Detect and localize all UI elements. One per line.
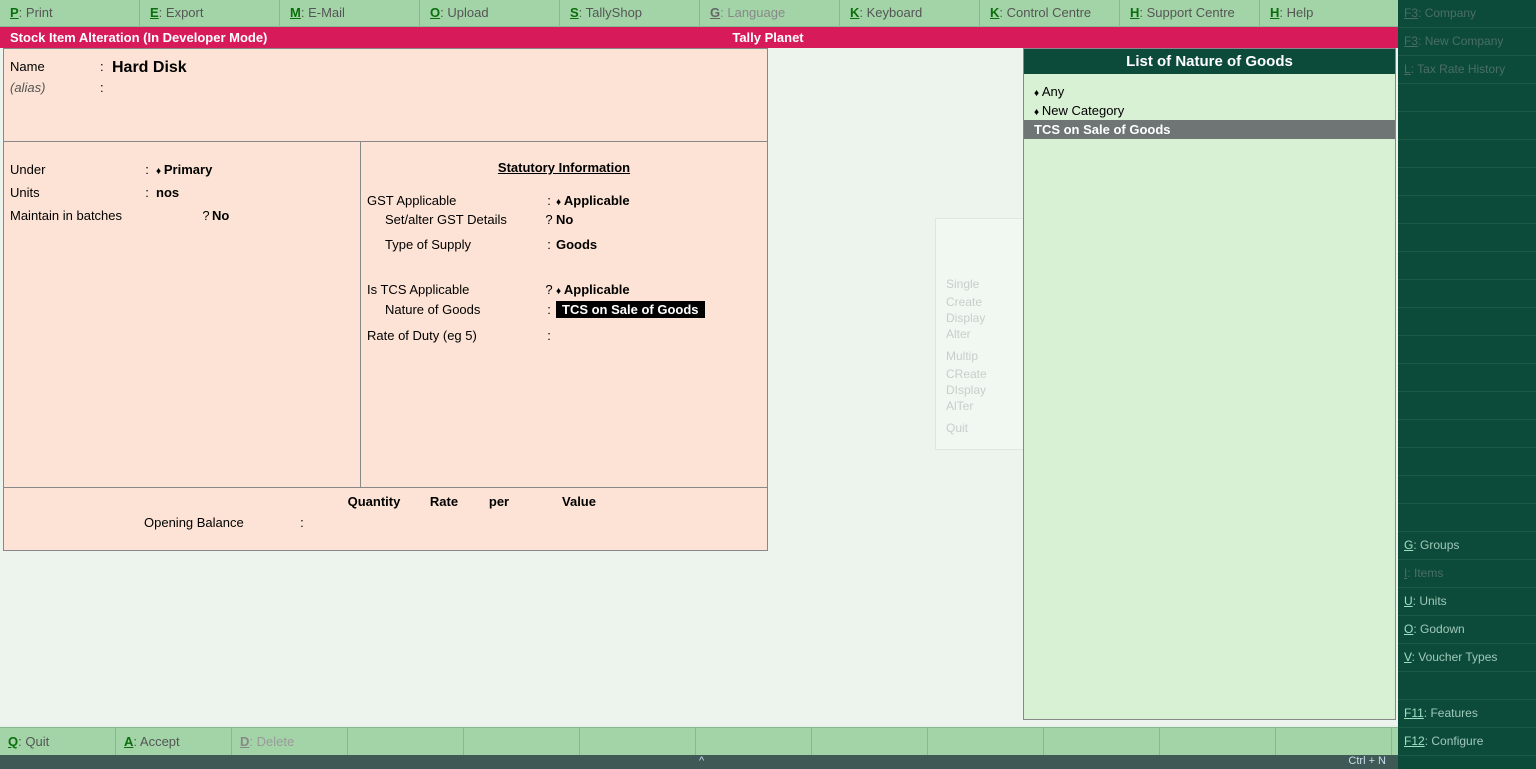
supply-field[interactable]: Goods <box>556 237 597 252</box>
popup-item-tcs-sale-goods[interactable]: TCS on Sale of Goods <box>1024 120 1395 139</box>
under-label: Under <box>10 162 138 177</box>
bb-empty <box>1276 728 1392 755</box>
units-label: Units <box>10 185 138 200</box>
units-field[interactable]: nos <box>156 185 179 200</box>
tcs-applicable-label: Is TCS Applicable <box>367 282 542 297</box>
sidebar-features[interactable]: F11: Features <box>1398 700 1536 728</box>
caret-icon: ^ <box>699 755 704 767</box>
popup-title: List of Nature of Goods <box>1024 49 1395 74</box>
window-title: Stock Item Alteration (In Developer Mode… <box>0 30 267 45</box>
sidebar-tax-rate-history: L: Tax Rate History <box>1398 56 1536 84</box>
menu-print[interactable]: P: Print <box>0 0 140 26</box>
menu-upload[interactable]: O: Upload <box>420 0 560 26</box>
sidebar-new-company: F3: New Company <box>1398 28 1536 56</box>
form-footer: Quantity Rate per Value Opening Balance … <box>4 487 767 550</box>
value-header: Value <box>524 494 634 509</box>
alias-label: (alias) <box>10 80 100 95</box>
bb-empty <box>580 728 696 755</box>
company-name: Tally Planet <box>732 30 803 45</box>
delete-button: D: Delete <box>232 728 348 755</box>
statutory-title: Statutory Information <box>367 160 761 175</box>
bb-empty <box>696 728 812 755</box>
left-column: Under : Primary Units : nos Maintain in … <box>4 141 361 487</box>
batches-label: Maintain in batches <box>10 208 200 223</box>
menu-email[interactable]: M: E-Mail <box>280 0 420 26</box>
bb-empty <box>348 728 464 755</box>
sidebar-voucher-types[interactable]: V: Voucher Types <box>1398 644 1536 672</box>
right-sidebar: F3: Company F3: New Company L: Tax Rate … <box>1398 0 1536 769</box>
bb-empty <box>1160 728 1276 755</box>
batches-field[interactable]: No <box>212 208 229 223</box>
bb-empty <box>464 728 580 755</box>
status-shortcut: Ctrl + N <box>1348 755 1386 767</box>
bb-empty <box>812 728 928 755</box>
opening-balance-label: Opening Balance <box>144 515 244 530</box>
quit-button[interactable]: Q: Quit <box>0 728 116 755</box>
popup-item-any[interactable]: Any <box>1024 82 1395 101</box>
nature-field[interactable]: TCS on Sale of Goods <box>556 301 705 318</box>
sidebar-units[interactable]: U: Units <box>1398 588 1536 616</box>
bb-empty <box>928 728 1044 755</box>
tcs-applicable-field[interactable]: Applicable <box>556 282 630 297</box>
menu-support-centre[interactable]: H: Support Centre <box>1120 0 1260 26</box>
menu-control-centre[interactable]: K: Control Centre <box>980 0 1120 26</box>
menu-export[interactable]: E: Export <box>140 0 280 26</box>
workspace: Gateway Inventory Stock Single Create Di… <box>0 48 1398 725</box>
gst-alter-field[interactable]: No <box>556 212 573 227</box>
rate-header: Rate <box>414 494 474 509</box>
quantity-header: Quantity <box>334 494 414 509</box>
sidebar-groups[interactable]: G: Groups <box>1398 532 1536 560</box>
nature-of-goods-popup: List of Nature of Goods Any New Category… <box>1023 48 1396 720</box>
title-bar: Stock Item Alteration (In Developer Mode… <box>0 27 1536 48</box>
rate-duty-label: Rate of Duty (eg 5) <box>367 328 542 343</box>
under-field[interactable]: Primary <box>156 162 212 177</box>
sidebar-company: F3: Company <box>1398 0 1536 28</box>
per-header: per <box>474 494 524 509</box>
popup-item-new-category[interactable]: New Category <box>1024 101 1395 120</box>
right-column: Statutory Information GST Applicable : A… <box>361 141 767 487</box>
gst-alter-label: Set/alter GST Details <box>367 212 542 227</box>
gst-applicable-label: GST Applicable <box>367 193 542 208</box>
gst-applicable-field[interactable]: Applicable <box>556 193 630 208</box>
sidebar-configure[interactable]: F12: Configure <box>1398 728 1536 756</box>
status-bar: ^ Ctrl + N <box>0 755 1398 769</box>
nature-label: Nature of Goods <box>367 302 542 317</box>
stock-item-form: Name : Hard Disk (alias) : Under : Prima… <box>3 48 768 551</box>
sidebar-godown[interactable]: O: Godown <box>1398 616 1536 644</box>
bottom-button-bar: Q: Quit A: Accept D: Delete <box>0 727 1398 755</box>
supply-label: Type of Supply <box>367 237 542 252</box>
name-field[interactable]: Hard Disk <box>112 59 187 77</box>
top-menu-bar: P: Print E: Export M: E-Mail O: Upload S… <box>0 0 1536 27</box>
menu-tallyshop[interactable]: S: TallyShop <box>560 0 700 26</box>
bb-empty <box>1044 728 1160 755</box>
menu-language: G: Language <box>700 0 840 26</box>
name-label: Name <box>10 59 100 77</box>
sidebar-items: I: Items <box>1398 560 1536 588</box>
menu-keyboard[interactable]: K: Keyboard <box>840 0 980 26</box>
accept-button[interactable]: A: Accept <box>116 728 232 755</box>
